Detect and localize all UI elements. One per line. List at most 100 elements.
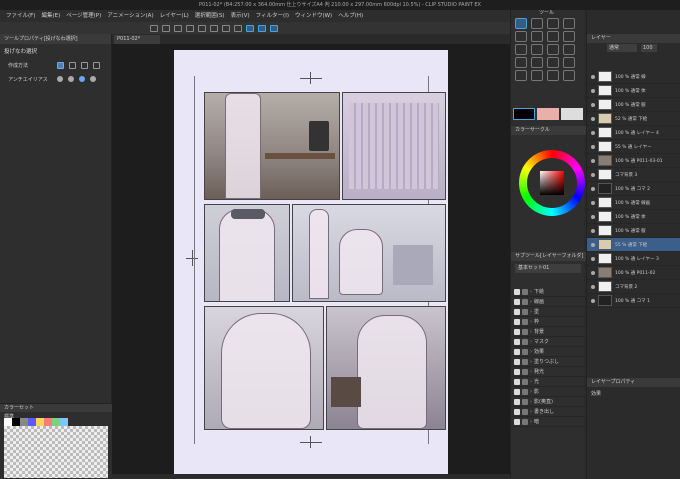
layer-row[interactable]: 52 % 通常 下絵 — [587, 112, 680, 126]
pencil-icon[interactable] — [515, 44, 527, 55]
auto-select-icon[interactable] — [531, 31, 543, 42]
eye-icon[interactable] — [591, 116, 595, 121]
swatch[interactable] — [12, 418, 20, 426]
transparent-color-swatch[interactable] — [561, 108, 583, 120]
list-item[interactable]: › マスク — [511, 337, 587, 347]
list-item[interactable]: › 下絵 — [511, 287, 587, 297]
layer-row[interactable]: 100 % 通常 服 — [587, 98, 680, 112]
layer-row[interactable]: 100 % 通 コマ 1 — [587, 294, 680, 308]
eye-icon[interactable] — [591, 172, 595, 177]
comic-panel-4[interactable] — [292, 204, 446, 302]
comic-panel-1[interactable] — [204, 92, 340, 200]
pen-icon[interactable] — [563, 31, 575, 42]
layer-row[interactable]: 100 % 通 P011-02 — [587, 266, 680, 280]
menu-selection[interactable]: 選択範囲(S) — [195, 10, 225, 22]
eye-icon[interactable] — [591, 284, 595, 289]
transparent-swatch-grid[interactable] — [4, 426, 108, 478]
list-item[interactable]: › 発光 — [511, 367, 587, 377]
deselect-icon[interactable] — [210, 24, 218, 32]
swatch[interactable] — [60, 418, 68, 426]
eye-icon[interactable] — [591, 200, 595, 205]
redo-icon[interactable] — [162, 24, 170, 32]
undo-icon[interactable] — [150, 24, 158, 32]
balloon-icon[interactable] — [531, 70, 543, 81]
snap-special-ruler-icon[interactable] — [258, 24, 266, 32]
eye-icon[interactable] — [591, 298, 595, 303]
antialias-medium-icon[interactable] — [79, 76, 85, 82]
eye-icon[interactable] — [591, 228, 595, 233]
ruler-icon[interactable] — [563, 70, 575, 81]
fill-icon[interactable] — [547, 57, 559, 68]
layer-row[interactable]: 100 % 通 コマ 2 — [587, 182, 680, 196]
transform-icon[interactable] — [198, 24, 206, 32]
comic-panel-6[interactable] — [326, 306, 446, 430]
eye-icon[interactable] — [591, 270, 595, 275]
canvas-area[interactable] — [112, 44, 510, 474]
fill-icon[interactable] — [186, 24, 194, 32]
clear-icon[interactable] — [174, 24, 182, 32]
layer-move-icon[interactable] — [563, 18, 575, 29]
opacity-field[interactable]: 100 — [641, 44, 657, 52]
list-item[interactable]: › 影 — [511, 387, 587, 397]
eye-icon[interactable] — [591, 88, 595, 93]
eye-icon[interactable] — [591, 74, 595, 79]
layer-row[interactable]: 100 % 通 レイヤー 3 — [587, 252, 680, 266]
list-item[interactable]: › 枠 — [511, 317, 587, 327]
eye-icon[interactable] — [591, 158, 595, 163]
eye-icon[interactable] — [591, 102, 595, 107]
selection-icon[interactable] — [515, 31, 527, 42]
swatch[interactable] — [4, 418, 12, 426]
comic-panel-5[interactable] — [204, 306, 324, 430]
antialias-strong-icon[interactable] — [90, 76, 96, 82]
blend-mode-select[interactable]: 通常 — [607, 44, 637, 52]
eye-icon[interactable] — [591, 186, 595, 191]
layer-row-selected[interactable]: 55 % 通常 下絵 — [587, 238, 680, 252]
list-item[interactable]: › 線画 — [511, 297, 587, 307]
menu-edit[interactable]: 編集(E) — [41, 10, 60, 22]
swatch[interactable] — [20, 418, 28, 426]
swatch[interactable] — [52, 418, 60, 426]
layer-row[interactable]: 100 % 通常 服 — [587, 224, 680, 238]
snap-ruler-icon[interactable] — [246, 24, 254, 32]
decoration-icon[interactable] — [563, 44, 575, 55]
figure-icon[interactable] — [547, 70, 559, 81]
subtract-selection-icon[interactable] — [81, 61, 88, 69]
layer-row[interactable]: 100 % 通常 体 — [587, 84, 680, 98]
menu-page[interactable]: ページ管理(P) — [66, 10, 101, 22]
swatch[interactable] — [44, 418, 52, 426]
layer-row[interactable]: 100 % 通 レイヤー 4 — [587, 126, 680, 140]
swatch[interactable] — [36, 418, 44, 426]
canvas-tab[interactable]: P011-02* — [114, 35, 160, 44]
menu-animation[interactable]: アニメーション(A) — [107, 10, 153, 22]
menu-window[interactable]: ウィンドウ(W) — [295, 10, 332, 22]
menu-help[interactable]: ヘルプ(H) — [338, 10, 363, 22]
layer-row[interactable]: コマ背景 3 — [587, 168, 680, 182]
swatch[interactable] — [28, 418, 36, 426]
saturation-value-square[interactable] — [540, 171, 564, 195]
menu-filter[interactable]: フィルター(I) — [256, 10, 289, 22]
list-item[interactable]: › 塗 — [511, 307, 587, 317]
operation-icon[interactable] — [547, 18, 559, 29]
layer-row[interactable]: 100 % 通常 線画 — [587, 196, 680, 210]
intersect-selection-icon[interactable] — [93, 61, 100, 69]
list-item[interactable]: › 効果 — [511, 347, 587, 357]
brush-icon[interactable] — [531, 44, 543, 55]
list-item[interactable]: › 光 — [511, 377, 587, 387]
eye-icon[interactable] — [591, 130, 595, 135]
layer-row[interactable]: 55 % 通 レイヤー — [587, 140, 680, 154]
sub-tool-preset[interactable]: 基本セット01 — [515, 264, 581, 273]
layer-row[interactable]: コマ背景 2 — [587, 280, 680, 294]
gradient-icon[interactable] — [563, 57, 575, 68]
manga-page[interactable] — [174, 50, 448, 474]
menu-layer[interactable]: レイヤー(L) — [160, 10, 189, 22]
eye-icon[interactable] — [591, 144, 595, 149]
layer-row[interactable]: 100 % 通常 体 — [587, 210, 680, 224]
eye-icon[interactable] — [591, 256, 595, 261]
new-selection-icon[interactable] — [57, 61, 64, 69]
eraser-icon[interactable] — [515, 57, 527, 68]
snap-icon[interactable] — [234, 24, 242, 32]
list-item[interactable]: › 塗りつぶし — [511, 357, 587, 367]
layer-row[interactable]: 100 % 通常 線 — [587, 70, 680, 84]
menu-file[interactable]: ファイル(F) — [6, 10, 35, 22]
eye-icon[interactable] — [591, 214, 595, 219]
